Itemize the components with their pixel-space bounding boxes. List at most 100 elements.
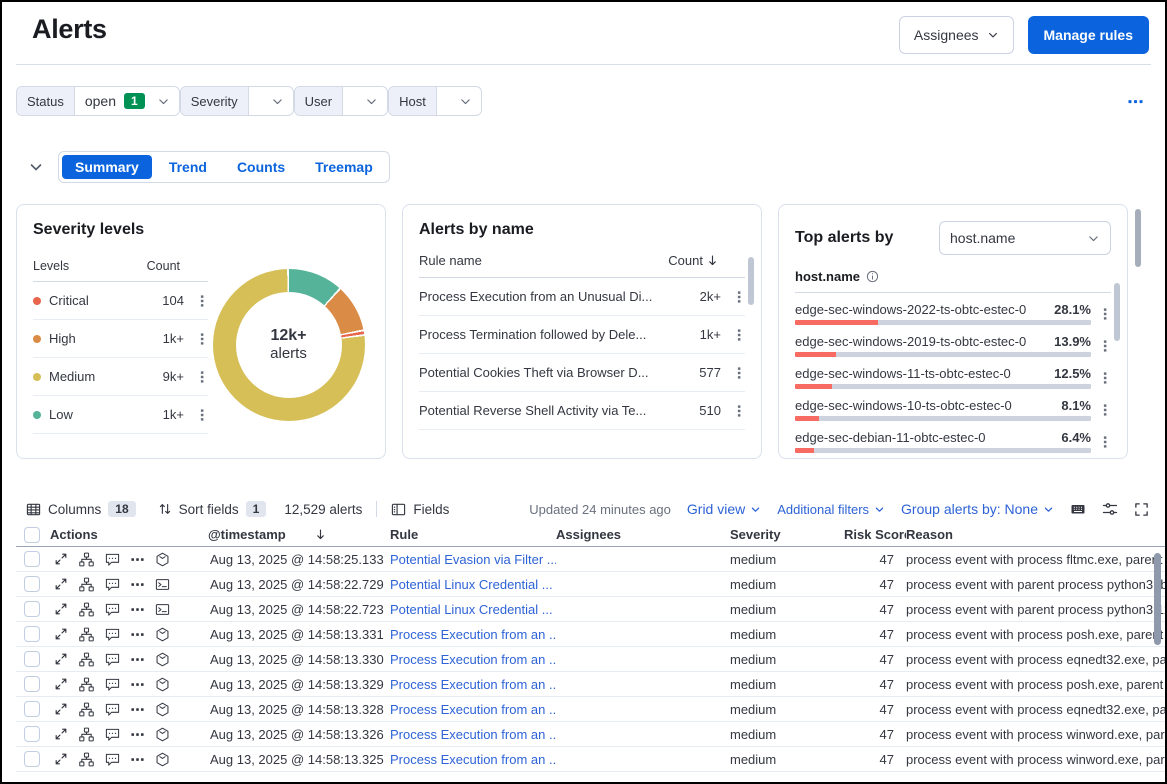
rule-link[interactable]: Process Execution from an ... — [390, 727, 556, 742]
add-note-icon[interactable] — [105, 552, 120, 567]
row-checkbox[interactable] — [24, 576, 40, 592]
manage-rules-button[interactable]: Manage rules — [1028, 16, 1149, 54]
row-checkbox[interactable] — [24, 726, 40, 742]
expand-alert-icon[interactable] — [54, 652, 68, 666]
more-actions-icon[interactable] — [733, 290, 745, 304]
add-note-icon[interactable] — [105, 627, 120, 642]
expand-alert-icon[interactable] — [54, 702, 68, 716]
analyze-session-cube-icon[interactable] — [155, 727, 170, 742]
add-note-icon[interactable] — [105, 602, 120, 617]
display-options-icon[interactable] — [1102, 501, 1118, 517]
more-actions-icon[interactable] — [131, 728, 144, 741]
more-actions-icon[interactable] — [1099, 371, 1111, 385]
expand-alert-icon[interactable] — [54, 752, 68, 766]
analyze-event-icon[interactable] — [79, 627, 94, 642]
row-checkbox[interactable] — [24, 601, 40, 617]
top-alerts-field-select[interactable]: host.name — [939, 221, 1111, 255]
analyze-session-cube-icon[interactable] — [155, 652, 170, 667]
summary-tab[interactable]: Summary — [62, 155, 152, 179]
analyze-session-cube-icon[interactable] — [155, 627, 170, 642]
col-count-sort[interactable]: Count — [668, 253, 719, 268]
add-note-icon[interactable] — [105, 702, 120, 717]
filter-dropdown[interactable]: User — [294, 86, 388, 116]
expand-alert-icon[interactable] — [54, 602, 68, 616]
more-filters-icon[interactable] — [1128, 94, 1143, 109]
analyze-event-icon[interactable] — [79, 752, 94, 767]
grid-view-dropdown[interactable]: Grid view — [687, 501, 761, 517]
select-all-checkbox[interactable] — [24, 527, 40, 543]
open-session-viewer-icon[interactable] — [155, 602, 170, 617]
add-note-icon[interactable] — [105, 577, 120, 592]
more-actions-icon[interactable] — [1099, 307, 1111, 321]
more-actions-icon[interactable] — [733, 404, 745, 418]
more-actions-icon[interactable] — [131, 603, 144, 616]
analyze-event-icon[interactable] — [79, 602, 94, 617]
more-actions-icon[interactable] — [131, 753, 144, 766]
more-actions-icon[interactable] — [196, 332, 208, 346]
analyze-event-icon[interactable] — [79, 652, 94, 667]
columns-button[interactable]: Columns 18 — [26, 501, 136, 517]
rule-link[interactable]: Process Execution from an ... — [390, 652, 556, 667]
more-actions-icon[interactable] — [1099, 403, 1111, 417]
expand-alert-icon[interactable] — [54, 727, 68, 741]
add-note-icon[interactable] — [105, 727, 120, 742]
analyze-event-icon[interactable] — [79, 702, 94, 717]
filter-dropdown[interactable]: Severity — [180, 86, 294, 116]
rule-link[interactable]: Process Execution from an ... — [390, 677, 556, 692]
analyze-session-cube-icon[interactable] — [155, 702, 170, 717]
more-actions-icon[interactable] — [131, 628, 144, 641]
add-note-icon[interactable] — [105, 677, 120, 692]
filter-dropdown[interactable]: Status open 1 — [16, 86, 180, 116]
open-session-viewer-icon[interactable] — [155, 577, 170, 592]
more-actions-icon[interactable] — [1099, 435, 1111, 449]
row-checkbox[interactable] — [24, 626, 40, 642]
more-actions-icon[interactable] — [131, 653, 144, 666]
summary-tab[interactable]: Counts — [224, 155, 298, 179]
expand-alert-icon[interactable] — [54, 577, 68, 591]
keyboard-shortcuts-icon[interactable] — [1070, 501, 1086, 517]
row-checkbox[interactable] — [24, 551, 40, 567]
analyze-event-icon[interactable] — [79, 727, 94, 742]
fields-button[interactable]: Fields — [391, 502, 449, 517]
more-actions-icon[interactable] — [131, 678, 144, 691]
more-actions-icon[interactable] — [131, 703, 144, 716]
summary-tab[interactable]: Trend — [156, 155, 220, 179]
rule-link[interactable]: Potential Linux Credential ... — [390, 577, 553, 592]
fullscreen-icon[interactable] — [1134, 502, 1149, 517]
col-timestamp[interactable]: @timestamp — [208, 527, 390, 542]
sort-fields-button[interactable]: Sort fields 1 — [158, 501, 267, 517]
scrollbar[interactable] — [748, 257, 754, 305]
col-risk-score[interactable]: Risk Score — [844, 527, 906, 542]
col-severity[interactable]: Severity — [730, 527, 844, 542]
row-checkbox[interactable] — [24, 701, 40, 717]
analyze-event-icon[interactable] — [79, 552, 94, 567]
collapse-summary-chevron-icon[interactable] — [28, 159, 44, 175]
filter-dropdown[interactable]: Host — [388, 86, 482, 116]
more-actions-icon[interactable] — [131, 578, 144, 591]
row-checkbox[interactable] — [24, 676, 40, 692]
expand-alert-icon[interactable] — [54, 552, 68, 566]
more-actions-icon[interactable] — [196, 408, 208, 422]
analyze-event-icon[interactable] — [79, 577, 94, 592]
summary-tab[interactable]: Treemap — [302, 155, 386, 179]
analyze-session-cube-icon[interactable] — [155, 752, 170, 767]
more-actions-icon[interactable] — [733, 328, 745, 342]
group-alerts-dropdown[interactable]: Group alerts by: None — [901, 501, 1054, 517]
scrollbar[interactable] — [1154, 553, 1161, 645]
rule-link[interactable]: Process Execution from an ... — [390, 702, 556, 717]
add-note-icon[interactable] — [105, 752, 120, 767]
more-actions-icon[interactable] — [196, 294, 208, 308]
rule-link[interactable]: Potential Linux Credential ... — [390, 602, 553, 617]
analyze-event-icon[interactable] — [79, 677, 94, 692]
expand-alert-icon[interactable] — [54, 627, 68, 641]
analyze-session-cube-icon[interactable] — [155, 677, 170, 692]
scrollbar[interactable] — [1135, 209, 1141, 267]
row-checkbox[interactable] — [24, 751, 40, 767]
col-assignees[interactable]: Assignees — [556, 527, 730, 542]
analyze-session-cube-icon[interactable] — [155, 552, 170, 567]
row-checkbox[interactable] — [24, 651, 40, 667]
more-actions-icon[interactable] — [733, 366, 745, 380]
additional-filters-dropdown[interactable]: Additional filters — [777, 502, 885, 517]
expand-alert-icon[interactable] — [54, 677, 68, 691]
scrollbar[interactable] — [1114, 283, 1120, 341]
